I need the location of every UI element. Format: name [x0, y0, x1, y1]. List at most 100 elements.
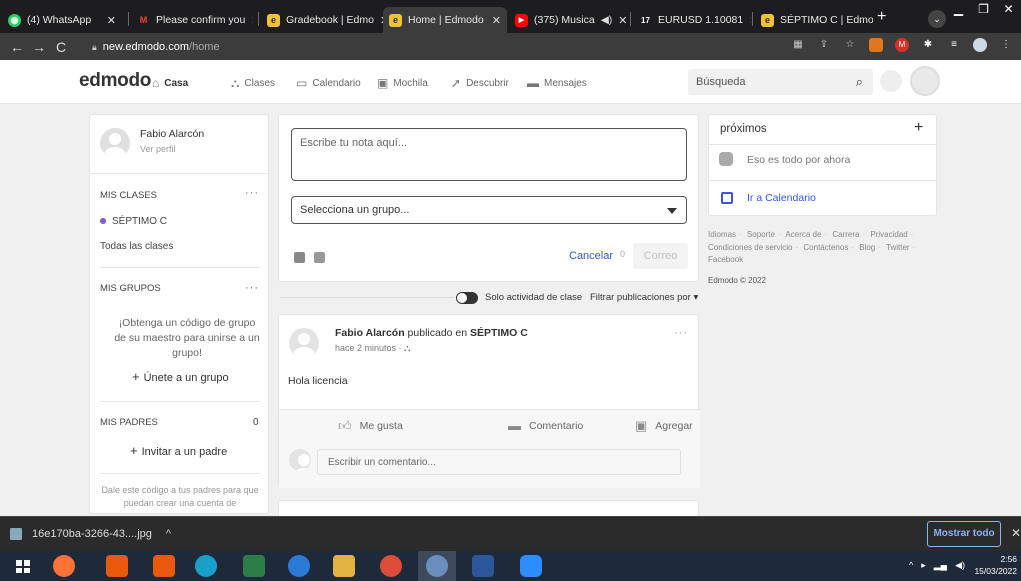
chrome-icon[interactable] — [380, 555, 402, 577]
footer-link[interactable]: Condiciones de servicio — [708, 243, 793, 252]
nav-descubrir[interactable]: ➚ Descubrir — [451, 76, 509, 90]
profile-avatar[interactable] — [100, 128, 130, 158]
post-author[interactable]: Fabio Alarcón — [335, 327, 405, 339]
clock[interactable]: 2:56 15/03/2022 — [974, 553, 1017, 577]
puzzle-icon[interactable]: ✱ — [921, 38, 935, 52]
tab-gmail[interactable]: M Please confirm you✕ — [131, 7, 253, 33]
tab-septimo[interactable]: e SÉPTIMO C | Edmo✕ — [755, 7, 873, 33]
tab-whatsapp[interactable]: ◉ (4) WhatsApp ✕ — [2, 7, 122, 33]
windows-start-icon[interactable] — [16, 560, 30, 573]
send-button[interactable]: Correo — [633, 243, 688, 269]
volume-icon[interactable]: ◀) — [955, 560, 965, 571]
edge-icon[interactable] — [195, 555, 217, 577]
close-icon[interactable]: ✕ — [612, 14, 627, 27]
reload-icon[interactable]: C — [50, 39, 72, 55]
nav-calendario[interactable]: ▭ Calendario — [296, 76, 361, 90]
tab-youtube[interactable]: ▶ (375) Musica ◀) ✕ — [509, 7, 627, 33]
group-select[interactable]: Selecciona un grupo... — [291, 196, 687, 224]
close-icon[interactable]: ✕ — [101, 14, 116, 27]
add-button[interactable]: ▣ Agregar — [635, 418, 693, 434]
footer-link[interactable]: Twitter — [886, 243, 910, 252]
footer-link[interactable]: Soporte — [747, 230, 775, 239]
footer-link[interactable]: Acerca de — [785, 230, 821, 239]
close-icon[interactable]: ✕ — [1011, 526, 1021, 540]
nav-mensajes[interactable]: ▬ Mensajes — [527, 76, 587, 90]
search-input[interactable]: Búsqueda ⌕ — [688, 69, 873, 95]
close-icon[interactable]: ✕ — [245, 14, 253, 27]
zoom-icon[interactable] — [520, 555, 542, 577]
photos-icon[interactable] — [153, 555, 175, 577]
forward-icon[interactable]: → — [28, 39, 50, 55]
minimize-icon[interactable]: ▁ — [946, 0, 971, 20]
chrome-profile-icon[interactable] — [426, 555, 448, 577]
backpack-attach-icon[interactable] — [314, 252, 325, 263]
view-profile-link[interactable]: Ver perfil — [140, 144, 176, 154]
file-explorer-icon[interactable] — [333, 555, 355, 577]
translate-icon[interactable]: ▦ — [791, 38, 805, 52]
footer-link[interactable]: Carrera — [832, 230, 859, 239]
internet-explorer-icon[interactable] — [288, 555, 310, 577]
nav-mochila[interactable]: ▣ Mochila — [377, 76, 428, 90]
close-icon[interactable]: ✕ — [374, 14, 383, 27]
more-options-icon[interactable]: ··· — [245, 282, 259, 294]
user-name[interactable]: Fabio Alarcón — [140, 128, 204, 140]
image-attach-icon[interactable] — [294, 252, 305, 263]
join-group-button[interactable]: + Únete a un grupo — [132, 369, 229, 384]
chevron-up-icon[interactable]: ^ — [166, 528, 171, 540]
close-window-icon[interactable]: ✕ — [996, 0, 1021, 20]
header-avatar[interactable] — [910, 66, 940, 96]
comment-input[interactable]: Escribir un comentario... — [317, 449, 681, 475]
footer-link[interactable]: Contáctenos — [803, 243, 848, 252]
tab-home-edmodo[interactable]: e Home | Edmodo ✕ — [383, 7, 507, 33]
class-item-septimo[interactable]: SÉPTIMO C — [100, 216, 167, 227]
tab-search-icon[interactable]: ⌄ — [928, 10, 946, 28]
footer-link[interactable]: Facebook — [708, 255, 743, 264]
bookmark-star-icon[interactable]: ☆ — [843, 38, 857, 52]
show-all-button[interactable]: Mostrar todo — [927, 521, 1001, 547]
filter-posts-dropdown[interactable]: Filtrar publicaciones por ▾ — [590, 292, 698, 303]
restore-icon[interactable]: ❐ — [971, 0, 996, 20]
url-field[interactable]: 🔒︎ new.edmodo.com/home — [92, 41, 220, 53]
all-classes-link[interactable]: Todas las clases — [100, 241, 173, 252]
firefox-icon[interactable] — [53, 555, 75, 577]
playlist-icon[interactable]: ≡ — [947, 38, 961, 52]
chevron-up-icon[interactable]: ^ — [909, 560, 913, 571]
footer-link[interactable]: Blog — [859, 243, 875, 252]
speaker-icon[interactable]: ◀) — [601, 14, 613, 26]
word-icon[interactable] — [472, 555, 494, 577]
note-input[interactable]: Escribe tu nota aquí... — [291, 128, 687, 181]
class-activity-toggle[interactable] — [456, 292, 478, 304]
app-icon[interactable] — [106, 555, 128, 577]
footer-link[interactable]: Privacidad — [870, 230, 907, 239]
flag-icon[interactable]: ▸ — [921, 560, 926, 571]
comment-button[interactable]: ▬ Comentario — [508, 418, 583, 433]
metamask-icon[interactable] — [869, 38, 883, 52]
network-icon[interactable]: ▂▄ — [934, 560, 947, 571]
tab-gradebook[interactable]: e Gradebook | Edmo✕ — [261, 7, 383, 33]
tab-eurusd[interactable]: 17 EURUSD 1.10081✕ — [633, 7, 751, 33]
nav-clases[interactable]: ⛬ Clases — [231, 76, 275, 91]
more-options-icon[interactable]: ··· — [245, 187, 259, 199]
share-icon[interactable]: ⇪ — [817, 38, 831, 52]
invite-parent-button[interactable]: + Invitar a un padre — [130, 443, 227, 458]
post-author-avatar[interactable] — [289, 328, 319, 358]
post-options-icon[interactable]: ··· — [674, 327, 688, 339]
gmail-ext-icon[interactable]: M — [895, 38, 909, 52]
close-icon[interactable]: ✕ — [486, 14, 501, 27]
like-button[interactable]: 👍︎ Me gusta — [338, 418, 403, 434]
search-icon[interactable]: ⌕ — [856, 74, 863, 90]
new-tab-button[interactable]: + — [877, 8, 886, 26]
footer-link[interactable]: Idiomas — [708, 230, 736, 239]
store-icon[interactable] — [243, 555, 265, 577]
profile-avatar[interactable] — [973, 38, 987, 52]
cancel-button[interactable]: Cancelar — [569, 250, 613, 262]
download-item[interactable]: 16e170ba-3266-43....jpg ^ — [10, 528, 171, 540]
close-icon[interactable]: ✕ — [743, 14, 751, 27]
notifications-icon[interactable] — [880, 70, 902, 92]
add-upcoming-button[interactable]: + — [914, 119, 923, 137]
nav-casa[interactable]: ⌂ Casa — [152, 76, 188, 90]
edmodo-logo[interactable]: edmodo — [79, 70, 151, 92]
menu-icon[interactable]: ⋮ — [999, 38, 1013, 52]
post-class-link[interactable]: SÉPTIMO C — [470, 327, 528, 339]
back-icon[interactable]: ← — [6, 39, 28, 55]
